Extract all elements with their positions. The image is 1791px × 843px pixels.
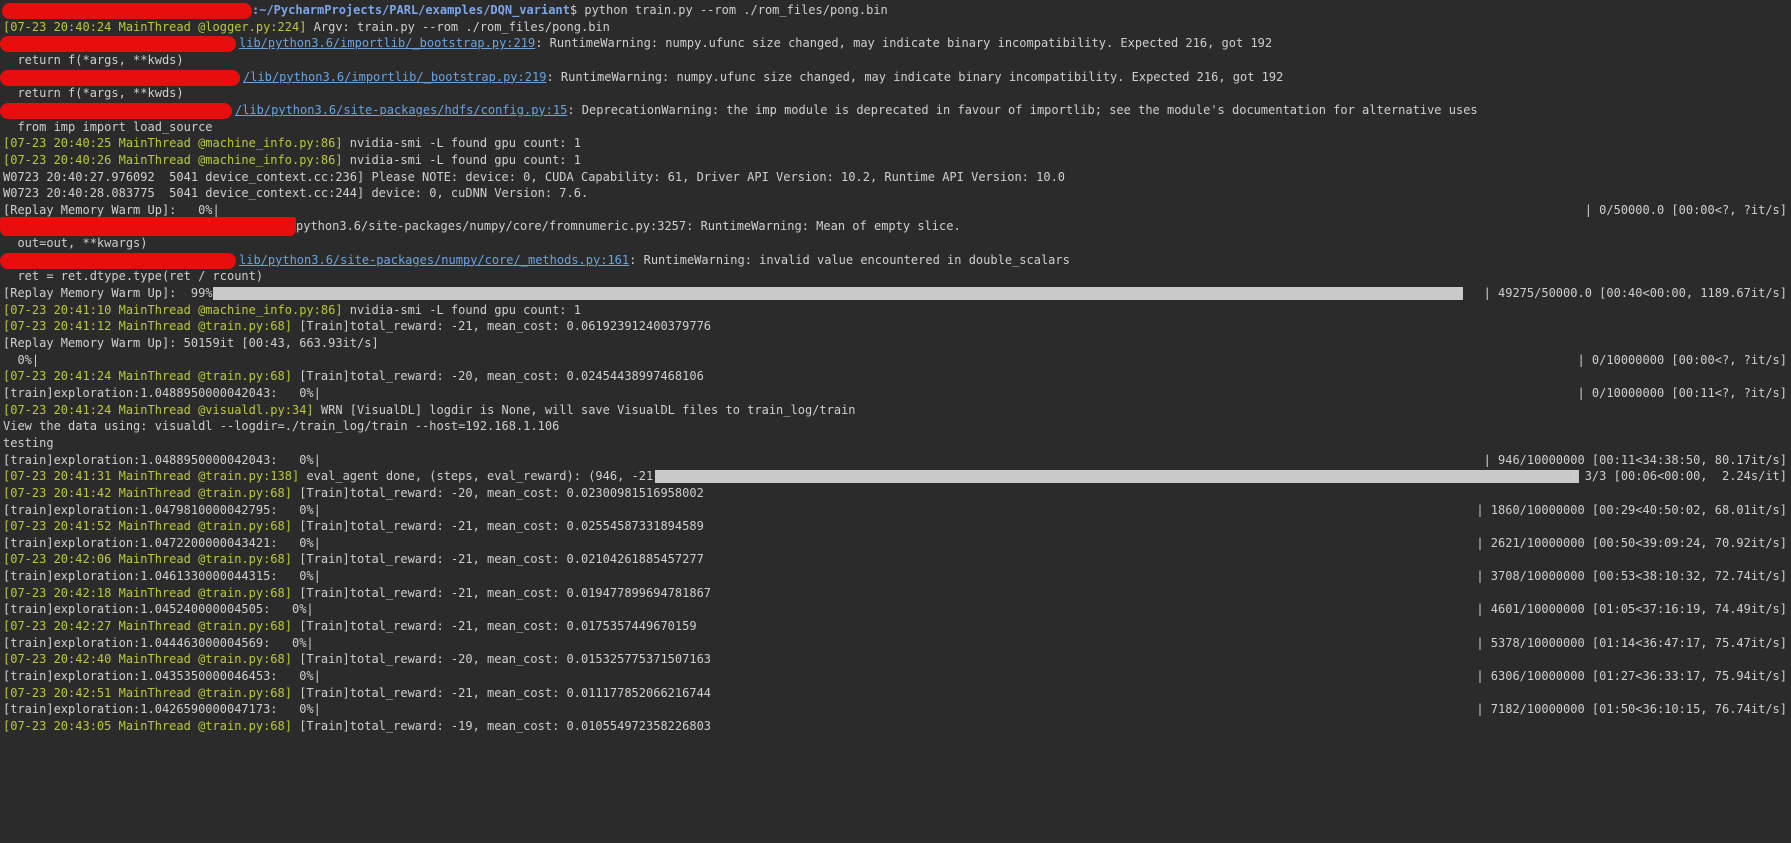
progress-label: [Replay Memory Warm Up]: 99%|: [3, 286, 220, 301]
progress-label: [train]exploration:1.0461330000044315: 0…: [3, 569, 321, 584]
log-message: nvidia-smi -L found gpu count: 1: [342, 302, 581, 317]
log-timestamp: [07-23 20:42:40 MainThread @train.py:68]: [3, 652, 292, 667]
progress-label: [train]exploration:1.045240000004505: 0%…: [3, 602, 314, 617]
progress-label: [train]exploration:1.0488950000042043: 0…: [3, 385, 321, 400]
redacted-path: [0, 102, 232, 119]
log-timestamp: [07-23 20:42:18 MainThread @train.py:68]: [3, 585, 292, 600]
log-timestamp: [07-23 20:41:12 MainThread @train.py:68]: [3, 319, 292, 334]
warning-message: : DeprecationWarning: the imp module is …: [567, 102, 1478, 117]
output-text: W0723 20:40:27.976092 5041 device_contex…: [3, 169, 1066, 184]
source-link[interactable]: /lib/python3.6/site-packages/hdfs/config…: [235, 103, 567, 117]
log-message: [Train]total_reward: -21, mean_cost: 0.0…: [291, 319, 712, 334]
output-text: return f(*args, **kwds): [3, 52, 184, 67]
output-text: View the data using: visualdl --logdir=.…: [3, 419, 560, 434]
progress-label: [train]exploration:1.0472200000043421: 0…: [3, 535, 321, 550]
log-message: WRN [VisualDL] logdir is None, will save…: [313, 402, 856, 417]
log-timestamp: [07-23 20:41:24 MainThread @train.py:68]: [3, 369, 292, 384]
terminal-line: [07-23 20:43:05 MainThread @train.py:68]…: [0, 717, 1791, 736]
progress-bar-fill: [655, 470, 1579, 484]
log-message: [Train]total_reward: -19, mean_cost: 0.0…: [291, 718, 712, 733]
redacted-username: [2, 3, 252, 19]
log-message: nvidia-smi -L found gpu count: 1: [342, 136, 581, 151]
log-message: nvidia-smi -L found gpu count: 1: [342, 152, 581, 167]
progress-bar-fill: [213, 287, 1464, 301]
progress-label: 0%|: [3, 352, 40, 367]
progress-label: [train]exploration:1.044463000004569: 0%…: [3, 635, 314, 650]
log-timestamp: [07-23 20:41:24 MainThread @visualdl.py:…: [3, 402, 314, 417]
source-link[interactable]: lib/python3.6/site-packages/numpy/core/_…: [239, 253, 629, 267]
log-timestamp: [07-23 20:42:06 MainThread @train.py:68]: [3, 552, 292, 567]
output-text: ret = ret.dtype.type(ret / rcount): [3, 269, 264, 284]
warning-message: : RuntimeWarning: numpy.ufunc size chang…: [535, 36, 1273, 51]
warning-message: : RuntimeWarning: invalid value encounte…: [629, 252, 1070, 267]
warning-message: : RuntimeWarning: numpy.ufunc size chang…: [546, 69, 1284, 84]
log-message: [Train]total_reward: -21, mean_cost: 0.0…: [291, 552, 704, 567]
redacted-path: [0, 36, 236, 53]
log-timestamp: [07-23 20:41:42 MainThread @train.py:68]: [3, 485, 292, 500]
terminal-window[interactable]: :~/PycharmProjects/PARL/examples/DQN_var…: [0, 0, 1791, 843]
output-text: out=out, **kwargs): [3, 236, 148, 251]
prompt-path: :~/PycharmProjects/PARL/examples/DQN_var…: [252, 3, 570, 17]
log-message: eval_agent done, (steps, eval_reward): (…: [299, 469, 675, 484]
log-timestamp: [07-23 20:42:51 MainThread @train.py:68]: [3, 685, 292, 700]
prompt-symbol: $: [569, 3, 585, 17]
log-message: [Train]total_reward: -20, mean_cost: 0.0…: [291, 485, 704, 500]
log-timestamp: [07-23 20:41:52 MainThread @train.py:68]: [3, 519, 292, 534]
output-text: [Replay Memory Warm Up]: 50159it [00:43,…: [3, 336, 379, 350]
progress-label: [train]exploration:1.0435350000046453: 0…: [3, 669, 321, 683]
warning-message: python3.6/site-packages/numpy/core/fromn…: [296, 219, 961, 234]
progress-label: [train]exploration:1.0479810000042795: 0…: [3, 502, 321, 517]
source-link[interactable]: lib/python3.6/importlib/_bootstrap.py:21…: [239, 36, 535, 50]
progress-label: [train]exploration:1.0426590000047173: 0…: [3, 702, 321, 717]
log-timestamp: [07-23 20:41:31 MainThread @train.py:138…: [3, 469, 300, 484]
output-text: W0723 20:40:28.083775 5041 device_contex…: [3, 186, 589, 201]
log-message: [Train]total_reward: -20, mean_cost: 0.0…: [291, 652, 712, 667]
output-text: testing: [3, 435, 54, 450]
log-message: [Train]total_reward: -21, mean_cost: 0.0…: [291, 685, 712, 700]
log-timestamp: [07-23 20:40:26 MainThread @machine_info…: [3, 152, 343, 167]
log-timestamp: [07-23 20:41:10 MainThread @machine_info…: [3, 302, 343, 317]
log-timestamp: [07-23 20:42:27 MainThread @train.py:68]: [3, 619, 292, 634]
output-text: from imp import load_source: [3, 119, 213, 134]
progress-label: [Replay Memory Warm Up]: 0%|: [3, 202, 220, 217]
log-timestamp: [07-23 20:40:25 MainThread @machine_info…: [3, 136, 343, 151]
shell-command: python train.py --rom ./rom_files/pong.b…: [584, 3, 888, 17]
source-link[interactable]: /lib/python3.6/importlib/_bootstrap.py:2…: [243, 70, 546, 84]
log-timestamp: [07-23 20:40:24 MainThread @logger.py:22…: [3, 19, 307, 34]
redacted-path: [0, 252, 236, 269]
log-message: [Train]total_reward: -21, mean_cost: 0.0…: [291, 619, 697, 634]
redacted-path: [0, 69, 240, 86]
log-message: Argv: train.py --rom ./rom_files/pong.bi…: [306, 19, 610, 34]
line-text: [07-23 20:43:05 MainThread @train.py:68]…: [3, 717, 711, 736]
output-text: return f(*args, **kwds): [3, 86, 184, 101]
log-timestamp: [07-23 20:43:05 MainThread @train.py:68]: [3, 718, 292, 733]
progress-label: [train]exploration:1.0488950000042043: 0…: [3, 452, 321, 467]
log-message: [Train]total_reward: -20, mean_cost: 0.0…: [291, 369, 704, 384]
log-message: [Train]total_reward: -21, mean_cost: 0.0…: [291, 519, 704, 534]
log-message: [Train]total_reward: -21, mean_cost: 0.0…: [291, 585, 712, 600]
